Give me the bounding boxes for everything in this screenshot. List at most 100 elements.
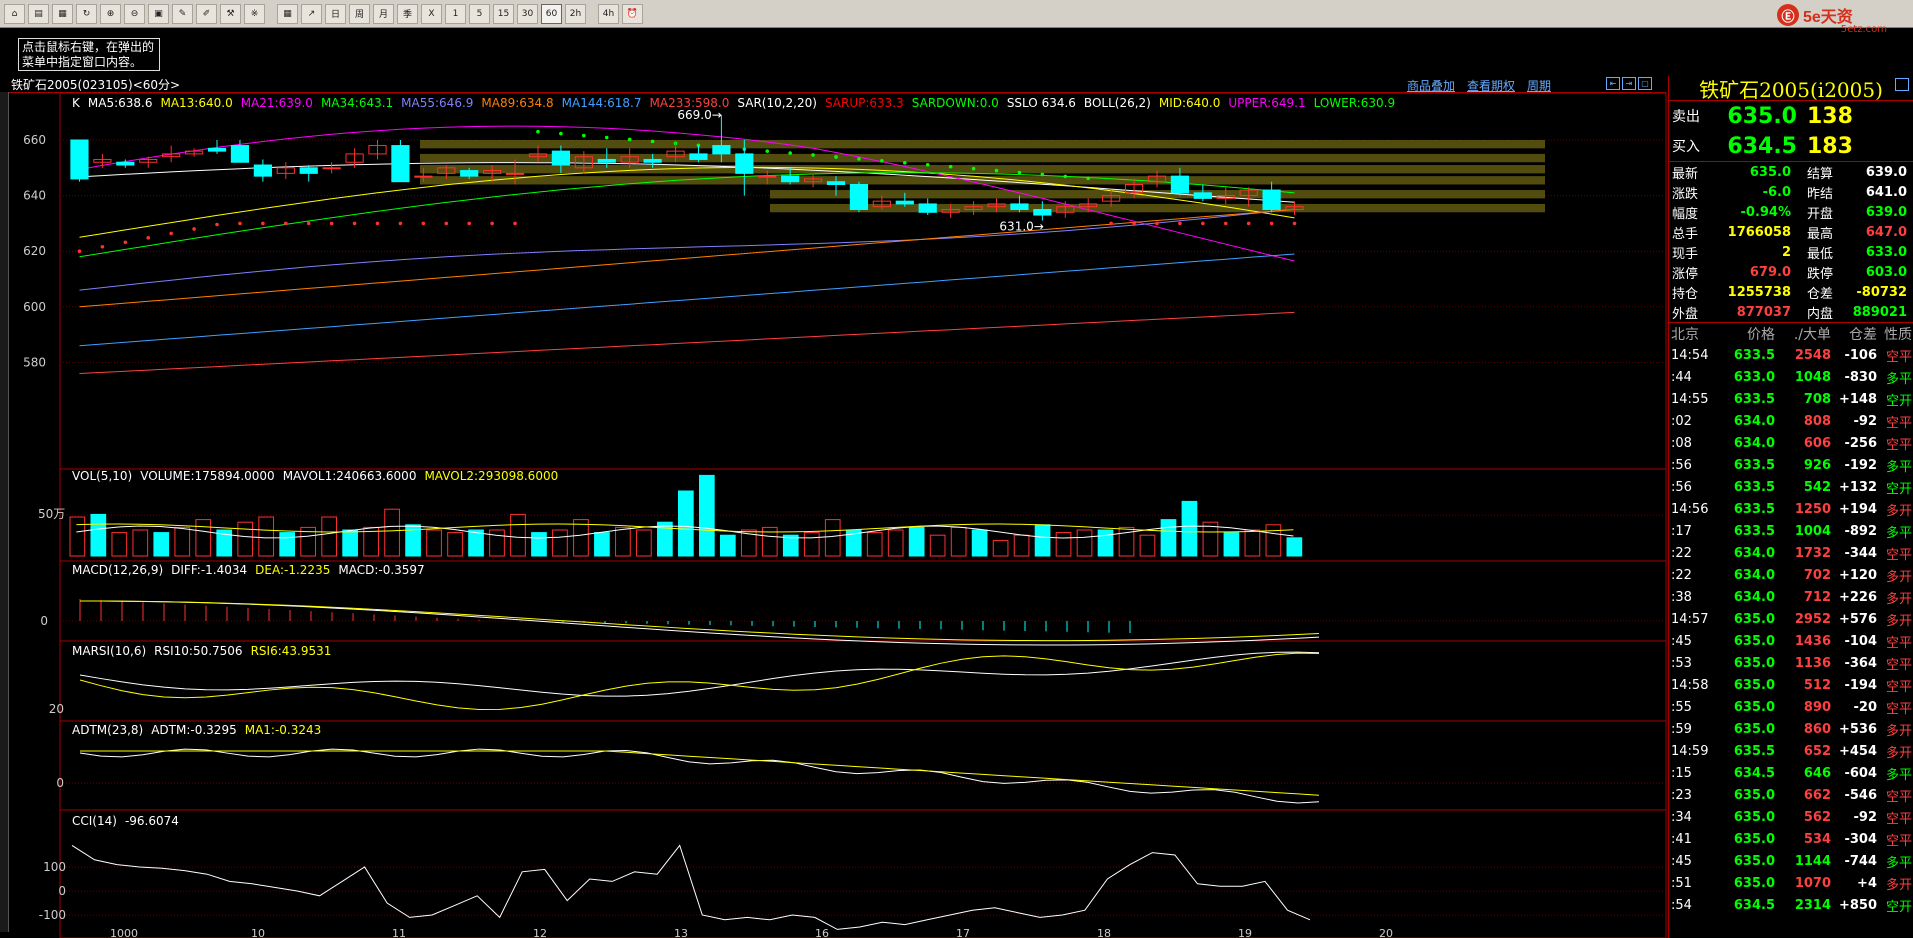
- bid-row: 买入 634.5 183: [1669, 131, 1913, 161]
- high-annotation: 669.0→: [677, 108, 721, 122]
- quote-panel: 铁矿石2005(i2005) 卖出 635.0 138 买入 634.5 183…: [1668, 76, 1913, 938]
- sar-dot: [1063, 174, 1068, 179]
- vol-bar: [992, 539, 1009, 557]
- tick-cell: 1436: [1794, 633, 1831, 649]
- price-level-band: [420, 140, 1545, 149]
- tick-row: 14:57 635.0 2952 +576 多开: [1669, 608, 1913, 630]
- indicator-value: DEA:-1.2235: [255, 563, 331, 577]
- tick-cell: 633.5: [1733, 523, 1775, 539]
- tick-cell: 652: [1803, 743, 1831, 759]
- tick-cell: -830: [1844, 369, 1877, 385]
- tick-cell: -20: [1853, 699, 1878, 715]
- tick-row: :41 635.0 534 -304 空平: [1669, 828, 1913, 850]
- candle-body: [505, 172, 525, 175]
- vol-bar: [1202, 521, 1219, 557]
- sar-dot: [238, 221, 242, 226]
- tick-col-volume: ./大单: [1793, 326, 1831, 343]
- link-overlay[interactable]: 商品叠加: [1407, 77, 1455, 94]
- indicator-value: MAVOL2:293098.6000: [424, 469, 559, 483]
- tick-cell: +194: [1838, 501, 1877, 517]
- vol-bar: [887, 529, 904, 557]
- indicator-value: MAVOL1:240663.6000: [282, 469, 417, 483]
- cci-tick-label: 0: [58, 884, 66, 898]
- indicator-value: K: [72, 96, 80, 110]
- quote-cell: 2: [1781, 244, 1791, 260]
- vol-bar: [552, 529, 568, 557]
- x-tick-label: 16: [815, 927, 829, 938]
- tick-list[interactable]: 14:54 633.5 2548 -106 空平:44 633.0 1048 -830 多平 14…: [1669, 344, 1913, 916]
- rsi10-line: [79, 651, 1320, 697]
- tick-cell: +132: [1838, 479, 1877, 495]
- vol-bar: [153, 532, 170, 557]
- diff-line: [79, 600, 1320, 646]
- vol-bar: [866, 532, 883, 557]
- tick-cell: 926: [1803, 457, 1831, 473]
- restore-window-icon[interactable]: ▢: [1638, 77, 1652, 90]
- vol-bar: [489, 529, 505, 557]
- tick-cell: 多开: [1885, 591, 1912, 607]
- tick-col-oi: 仓差: [1849, 326, 1877, 343]
- indicator-value: BOLL(26,2): [1083, 96, 1151, 110]
- sar-dot: [467, 221, 472, 226]
- vol-bar: [950, 526, 967, 557]
- tick-cell: -304: [1844, 831, 1877, 847]
- tick-cell: :34: [1671, 809, 1692, 825]
- vol-bar: [447, 532, 463, 557]
- sar-dot: [559, 131, 563, 136]
- tick-cell: 1048: [1794, 369, 1831, 385]
- tick-row: 14:54 633.5 2548 -106 空平: [1669, 344, 1913, 366]
- tick-cell: -106: [1844, 347, 1877, 363]
- candle-body: [391, 145, 410, 183]
- tick-row: :23 635.0 662 -546 空平: [1669, 784, 1913, 806]
- candle-body: [207, 147, 227, 152]
- indicator-value: CCI(14): [72, 814, 117, 828]
- ask-price: 635.0: [1727, 103, 1797, 129]
- link-options[interactable]: 查看期权: [1467, 77, 1515, 94]
- sar-dot: [1246, 221, 1251, 226]
- indicator-value: MA5:638.6: [87, 96, 153, 110]
- tick-cell: 多开: [1885, 745, 1912, 761]
- sar-dot: [100, 244, 105, 249]
- sar-dot: [329, 221, 334, 226]
- vol-bar: [678, 490, 694, 557]
- sar-dot: [971, 166, 976, 171]
- indicator-value: MACD:-0.3597: [338, 563, 425, 577]
- ma-indicator-line: K MA5:638.6 MA13:640.0 MA21:639.0 MA34:643.1…: [72, 96, 1395, 110]
- link-period[interactable]: 周期: [1527, 77, 1551, 94]
- tick-cell: 1136: [1794, 655, 1831, 671]
- candle-body: [758, 175, 777, 178]
- tick-cell: -744: [1844, 853, 1877, 869]
- price-level-band: [420, 165, 1545, 174]
- tick-cell: 多开: [1885, 723, 1912, 739]
- prev-window-icon[interactable]: ⇤: [1606, 77, 1620, 90]
- tick-cell: 635.0: [1733, 853, 1775, 869]
- price-tick-label: 620: [23, 244, 46, 258]
- next-window-icon[interactable]: ⇥: [1622, 77, 1636, 90]
- tick-row: :56 633.5 926 -192 多平: [1669, 454, 1913, 476]
- tick-cell: :08: [1671, 435, 1692, 451]
- tick-cell: 14:58: [1671, 677, 1709, 693]
- vol-bar: [698, 474, 715, 557]
- quote-cell: 639.0: [1865, 204, 1907, 220]
- candle-body: [849, 183, 869, 210]
- tick-cell: 多平: [1885, 525, 1912, 541]
- candle-body: [460, 170, 479, 177]
- sar-dot: [1269, 221, 1274, 226]
- tick-cell: 808: [1803, 413, 1831, 429]
- indicator-value: MACD(12,26,9): [72, 563, 164, 577]
- indicator-value: MA233:598.0: [649, 96, 730, 110]
- left-scrollbar[interactable]: [0, 92, 9, 932]
- vol-bar: [719, 534, 736, 557]
- tick-cell: 542: [1803, 479, 1831, 495]
- candle-body: [70, 139, 89, 180]
- tick-cell: -364: [1844, 655, 1877, 671]
- tick-row: :08 634.0 606 -256 空平: [1669, 432, 1913, 454]
- panel-window-icon[interactable]: [1895, 78, 1909, 91]
- sar-dot: [283, 221, 288, 226]
- sar-dot: [880, 159, 884, 163]
- low-annotation: 631.0→: [999, 220, 1043, 234]
- tick-row: :15 634.5 646 -604 多平: [1669, 762, 1913, 784]
- sar-dot: [1017, 170, 1022, 175]
- tick-cell: 633.5: [1733, 501, 1775, 517]
- tick-row: 14:56 633.5 1250 +194 多开: [1669, 498, 1913, 520]
